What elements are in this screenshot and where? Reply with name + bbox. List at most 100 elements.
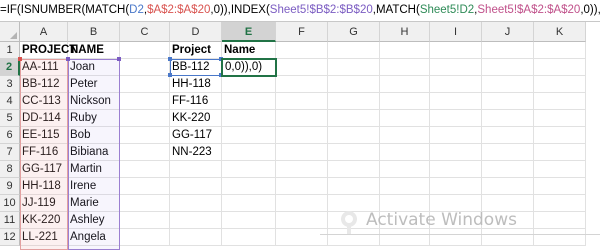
cell[interactable] [430,59,482,76]
cell[interactable]: KK-220 [170,110,222,127]
cell[interactable] [534,42,586,59]
cell[interactable] [430,178,482,195]
range-resize-handle[interactable] [168,57,172,61]
cell[interactable]: Project [170,42,222,59]
cell[interactable]: EE-115 [20,127,68,144]
row-header-6[interactable]: 6 [0,127,20,144]
cell[interactable] [222,93,276,110]
cell[interactable] [534,127,586,144]
cell[interactable]: JJ-119 [20,195,68,212]
cell[interactable] [430,127,482,144]
cell[interactable]: KK-220 [20,212,68,229]
cell[interactable] [120,161,170,178]
cell[interactable] [222,178,276,195]
cell[interactable] [482,144,534,161]
row-header-5[interactable]: 5 [0,110,20,127]
column-header-e[interactable]: E [222,22,276,42]
column-header-j[interactable]: J [482,22,534,42]
cell[interactable] [120,59,170,76]
cell[interactable]: Bibiana [68,144,120,161]
range-resize-handle[interactable] [18,57,22,61]
cell[interactable]: Irene [68,178,120,195]
cell[interactable] [430,110,482,127]
row-header-9[interactable]: 9 [0,178,20,195]
cell[interactable] [276,161,328,178]
select-all-corner[interactable] [0,22,20,42]
cell[interactable] [170,178,222,195]
cell[interactable]: PROJECT [20,42,76,59]
cell[interactable] [120,110,170,127]
cell[interactable] [276,110,328,127]
cell[interactable] [276,195,328,212]
row-header-10[interactable]: 10 [0,195,20,212]
column-header-d[interactable]: D [170,22,222,42]
cell[interactable] [222,110,276,127]
column-header-b[interactable]: B [68,22,120,42]
cell[interactable] [380,127,430,144]
cell[interactable]: CC-113 [20,93,68,110]
range-resize-handle[interactable] [117,57,121,61]
cell[interactable] [482,59,534,76]
row-header-2[interactable]: 2 [0,59,20,76]
cell[interactable]: Name [222,42,276,59]
cell[interactable] [534,161,586,178]
cell[interactable] [120,93,170,110]
cell[interactable] [276,42,328,59]
column-header-c[interactable]: C [120,22,170,42]
cell[interactable] [276,212,328,229]
cell[interactable] [380,110,430,127]
cell[interactable]: GG-117 [170,127,222,144]
cell[interactable] [534,110,586,127]
cell[interactable] [482,93,534,110]
cell[interactable] [276,127,328,144]
cell[interactable] [328,144,380,161]
cell[interactable] [120,42,170,59]
range-resize-handle[interactable] [219,73,223,77]
cell[interactable] [222,229,276,246]
cell[interactable]: Joan [68,59,120,76]
cell[interactable] [482,76,534,93]
cell[interactable] [380,178,430,195]
cell[interactable] [380,93,430,110]
cell[interactable] [482,161,534,178]
cell[interactable] [328,76,380,93]
cell[interactable] [222,195,276,212]
column-header-k[interactable]: K [534,22,586,42]
cell[interactable] [482,127,534,144]
cell[interactable] [534,178,586,195]
row-header-7[interactable]: 7 [0,144,20,161]
cell[interactable] [380,76,430,93]
cell[interactable] [170,229,222,246]
cell[interactable] [120,212,170,229]
row-header-8[interactable]: 8 [0,161,20,178]
cell[interactable] [120,229,170,246]
cell[interactable]: Bob [68,127,120,144]
cell[interactable]: HH-118 [170,76,222,93]
cell[interactable] [328,161,380,178]
cell[interactable] [170,161,222,178]
column-header-h[interactable]: H [380,22,430,42]
cell[interactable] [328,42,380,59]
cell[interactable]: GG-117 [20,161,68,178]
cell[interactable]: NAME [68,42,120,59]
row-header-1[interactable]: 1 [0,42,20,59]
range-resize-handle[interactable] [168,73,172,77]
cell[interactable]: DD-114 [20,110,68,127]
cell[interactable]: AA-111 [20,59,68,76]
cell[interactable] [120,178,170,195]
cell[interactable]: Marie [68,195,120,212]
column-header-g[interactable]: G [328,22,380,42]
cell[interactable]: FF-116 [20,144,68,161]
cell[interactable] [276,229,328,246]
cell[interactable]: HH-118 [20,178,68,195]
cell[interactable] [380,144,430,161]
cell[interactable] [222,144,276,161]
cell[interactable] [276,144,328,161]
cell[interactable] [328,93,380,110]
cell[interactable] [430,42,482,59]
row-header-11[interactable]: 11 [0,212,20,229]
cell[interactable] [222,161,276,178]
column-header-i[interactable]: I [430,22,482,42]
cell[interactable] [380,59,430,76]
cell[interactable]: Ashley [68,212,120,229]
